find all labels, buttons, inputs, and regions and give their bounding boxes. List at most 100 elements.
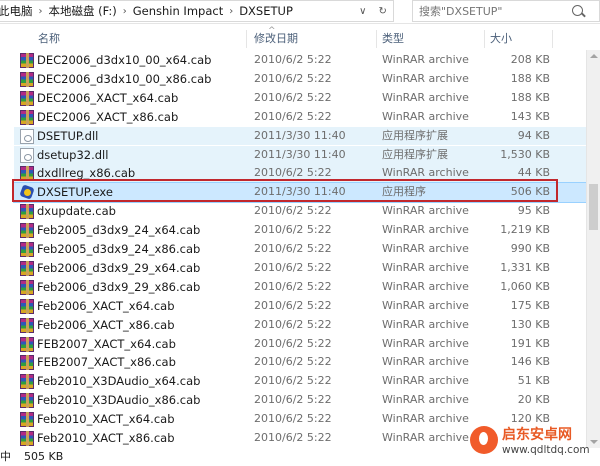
file-name: FEB2007_XACT_x64.cab [37,336,176,351]
column-header-name[interactable]: 名称 [38,28,60,50]
rar-icon [20,431,34,446]
file-name: Feb2010_XACT_x64.cab [37,412,175,427]
column-header-size[interactable]: 大小 [490,28,512,50]
refresh-icon[interactable]: ↻ [379,6,387,17]
status-selection: 中 [0,450,11,463]
scroll-thumb[interactable] [589,184,598,230]
column-divider[interactable] [484,30,485,48]
file-row[interactable]: FEB2007_XACT_x86.cab 2010/6/2 5:22 WinRAR … [14,353,586,372]
file-size: 208 KB [510,53,550,66]
file-row[interactable]: DSETUP.dll 2011/3/30 11:40 应用程序扩展 94 KB [14,126,586,146]
file-type: WinRAR archive [382,355,469,369]
file-row[interactable]: Feb2010_X3DAudio_x86.cab 2010/6/2 5:22 Win… [14,391,586,410]
dll-icon [20,128,34,144]
file-size: 191 KB [510,336,550,350]
search-input[interactable] [419,4,569,18]
chevron-right-icon[interactable]: › [226,6,236,17]
rar-icon [20,355,34,371]
chevron-right-icon[interactable]: › [36,6,46,17]
file-name: Feb2005_d3dx9_24_x86.cab [37,242,201,256]
file-row[interactable]: Feb2005_d3dx9_24_x64.cab 2010/6/2 5:22 Win… [14,221,586,240]
column-header: 名称 ^ 修改日期 类型 大小 [0,26,586,50]
file-row[interactable]: dsetup32.dll 2011/3/30 11:40 应用程序扩展 1,530 K… [14,145,586,165]
breadcrumb-this-pc[interactable]: 此电脑 [0,3,36,19]
file-size: 188 KB [510,71,550,85]
file-date: 2010/6/2 5:22 [254,317,332,331]
file-type: WinRAR archive [382,393,469,407]
address-row: 此电脑 › 本地磁盘 (F:) › Genshin Impact › DXSET… [0,0,600,24]
file-name: Feb2006_d3dx9_29_x86.cab [37,279,201,294]
file-row[interactable]: DEC2006_XACT_x64.cab 2010/6/2 5:22 WinRAR … [14,89,586,108]
file-name: DEC2006_XACT_x64.cab [37,90,179,105]
file-type: WinRAR archive [382,71,469,85]
file-date: 2010/6/2 5:22 [254,242,332,255]
file-row[interactable]: Feb2005_d3dx9_24_x86.cab 2010/6/2 5:22 Win… [14,240,586,259]
file-row[interactable]: dxupdate.cab 2010/6/2 5:22 WinRAR archive 9… [14,202,586,221]
file-date: 2010/6/2 5:22 [254,90,332,104]
scroll-up-arrow-icon[interactable] [590,54,598,58]
file-row[interactable]: Feb2006_XACT_x86.cab 2010/6/2 5:22 WinRAR … [14,316,586,335]
file-name: Feb2006_XACT_x86.cab [37,317,175,332]
file-name: Feb2010_XACT_x86.cab [37,431,175,445]
breadcrumb-dxsetup[interactable]: DXSETUP [236,4,296,18]
file-date: 2010/6/2 5:22 [254,431,332,444]
file-name: Feb2010_X3DAudio_x64.cab [37,374,201,389]
file-size: 94 KB [517,128,550,142]
file-date: 2010/6/2 5:22 [254,393,332,407]
column-divider[interactable] [376,30,377,48]
watermark-title: 启东安卓网 [502,427,572,443]
file-type: WinRAR archive [382,90,469,104]
chevron-right-icon[interactable]: › [120,6,130,17]
file-row[interactable]: Feb2010_X3DAudio_x64.cab 2010/6/2 5:22 Win… [14,372,586,391]
file-name: DSETUP.dll [37,128,99,143]
column-header-type[interactable]: 类型 [382,28,404,50]
file-date: 2010/6/2 5:22 [254,412,332,426]
file-size: 990 KB [510,242,550,255]
column-divider[interactable] [552,30,553,48]
file-date: 2010/6/2 5:22 [254,109,332,123]
file-name: Feb2005_d3dx9_24_x64.cab [37,223,201,238]
file-type: 应用程序扩展 [382,147,448,161]
file-date: 2010/6/2 5:22 [254,336,332,350]
vertical-scrollbar[interactable] [586,50,600,448]
file-row[interactable]: FEB2007_XACT_x64.cab 2010/6/2 5:22 WinRAR … [14,335,586,354]
rar-icon [20,336,34,352]
file-row[interactable]: dxdllreg_x86.cab 2010/6/2 5:22 WinRAR arch… [14,164,586,184]
file-row[interactable]: DXSETUP.exe 2011/3/30 11:40 应用程序 506 KB [13,182,587,204]
file-row[interactable]: Feb2006_d3dx9_29_x86.cab 2010/6/2 5:22 Win… [14,278,586,297]
file-row[interactable]: DEC2006_d3dx10_00_x86.cab 2010/6/2 5:22 Wi… [14,70,586,89]
file-date: 2011/3/30 11:40 [254,147,346,161]
file-row[interactable]: Feb2006_XACT_x64.cab 2010/6/2 5:22 WinRAR … [14,297,586,316]
file-row[interactable]: Feb2006_d3dx9_29_x64.cab 2010/6/2 5:22 Win… [14,259,586,278]
dll-icon [20,147,34,163]
file-date: 2011/3/30 11:40 [254,128,346,142]
watermark: 启东安卓网 www.qdltdq.com [470,422,598,462]
chevron-down-icon[interactable]: ∨ [359,6,366,17]
rar-icon [20,279,34,295]
rar-icon [20,53,34,68]
file-date: 2010/6/2 5:22 [254,204,332,218]
search-icon[interactable] [572,5,583,16]
file-row[interactable]: DEC2006_d3dx10_00_x64.cab 2010/6/2 5:22 Wi… [14,51,586,70]
status-size: 505 KB [24,450,64,463]
file-type: WinRAR archive [382,204,469,218]
address-bar[interactable]: 此电脑 › 本地磁盘 (F:) › Genshin Impact › DXSET… [0,0,394,22]
file-size: 175 KB [510,298,550,312]
file-row[interactable]: DEC2006_XACT_x86.cab 2010/6/2 5:22 WinRAR … [14,108,586,127]
file-name: Feb2010_X3DAudio_x86.cab [37,393,201,408]
rar-icon [20,412,34,428]
rar-icon [20,242,34,257]
file-size: 506 KB [510,185,550,199]
file-date: 2010/6/2 5:22 [254,71,332,85]
file-name: dsetup32.dll [37,147,109,162]
search-box[interactable] [412,0,600,22]
file-type: 应用程序扩展 [382,128,448,142]
watermark-logo-icon [470,426,498,454]
breadcrumb-genshin[interactable]: Genshin Impact [130,4,226,18]
rar-icon [20,393,34,409]
file-type: WinRAR archive [382,242,469,255]
column-divider[interactable] [246,30,247,48]
column-header-date[interactable]: 修改日期 [254,28,298,50]
file-date: 2010/6/2 5:22 [254,166,332,180]
breadcrumb-drive[interactable]: 本地磁盘 (F:) [46,3,120,19]
